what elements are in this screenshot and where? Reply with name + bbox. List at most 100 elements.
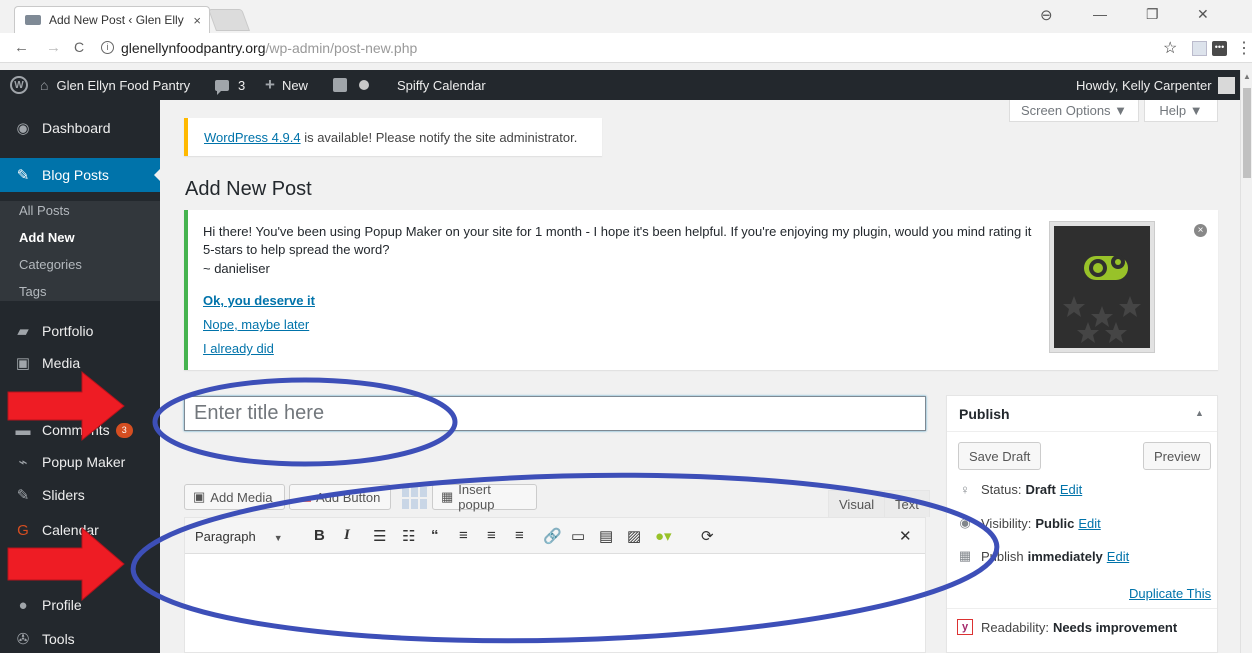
bold-icon[interactable]: B — [314, 527, 325, 544]
popup-trigger-icon[interactable]: ●▾ — [655, 527, 672, 545]
submenu-add-new[interactable]: Add New — [19, 230, 75, 245]
page-scrollbar[interactable]: ▲ — [1240, 70, 1252, 653]
publish-box-header[interactable]: Publish ▲ — [947, 396, 1217, 432]
sidebar-item-label: Tools — [42, 631, 75, 647]
blog-posts-submenu: All Posts Add New Categories Tags — [0, 201, 160, 301]
admin-sidebar: ◉ Dashboard ✎ Blog Posts All Posts Add N… — [0, 100, 162, 653]
sidebar-item-sliders[interactable]: ✎ Sliders — [0, 478, 160, 512]
sidebar-item-label: Media — [42, 355, 81, 371]
bullet-list-icon[interactable]: ☰ — [373, 527, 386, 545]
readability-row: y Readability: Needs improvement — [957, 619, 1177, 635]
status-edit-link[interactable]: Edit — [1060, 482, 1082, 497]
admin-bar-account[interactable]: Howdy, Kelly Carpenter — [1076, 70, 1235, 100]
admin-bar-site[interactable]: ⌂ Glen Ellyn Food Pantry — [40, 70, 190, 100]
add-button-button[interactable]: ▬ Add Button — [289, 484, 391, 510]
add-media-button[interactable]: ▣ Add Media — [184, 484, 285, 510]
tab-close-icon[interactable]: × — [193, 13, 201, 28]
window-minimize-icon[interactable]: — — [1093, 6, 1107, 22]
collapse-arrow-icon[interactable]: ▲ — [1195, 408, 1204, 418]
insert-popup-button[interactable]: ▦ Insert popup — [432, 482, 537, 512]
sidebar-item-label: Popup Maker — [42, 454, 126, 470]
refresh-icon[interactable]: ⟳ — [701, 527, 714, 545]
media-icon: ▣ — [193, 489, 206, 504]
save-draft-button[interactable]: Save Draft — [958, 442, 1042, 470]
submenu-categories[interactable]: Categories — [19, 257, 82, 272]
dismiss-icon[interactable]: × — [1194, 224, 1207, 237]
post-title-input[interactable] — [184, 396, 926, 431]
fullscreen-icon[interactable]: ✕ — [899, 527, 912, 545]
publish-visibility-row: ◉ Visibility: Public Edit — [957, 515, 1100, 531]
chevron-down-icon: ▼ — [273, 533, 283, 543]
wordpress-version-link[interactable]: WordPress 4.9.4 — [204, 130, 301, 145]
howdy-user: Howdy, Kelly Carpenter — [1076, 77, 1212, 93]
yoast-icon: y — [957, 619, 973, 635]
align-center-icon[interactable]: ≡ — [487, 527, 496, 544]
browser-profile-icon[interactable]: ⊖ — [1040, 6, 1053, 24]
help-button[interactable]: Help ▼ — [1144, 100, 1218, 122]
screen-options-button[interactable]: Screen Options ▼ — [1009, 100, 1139, 122]
wordpress-logo-icon[interactable]: W — [10, 76, 28, 94]
sidebar-item-tools[interactable]: ✇ Tools — [0, 622, 160, 653]
url-field[interactable]: glenellynfoodpantry.org/wp-admin/post-ne… — [121, 40, 417, 56]
rate-ok-link[interactable]: Ok, you deserve it — [203, 293, 315, 308]
numbered-list-icon[interactable]: ☷ — [402, 527, 415, 545]
window-restore-icon[interactable]: ❐ — [1146, 6, 1159, 23]
visibility-edit-link[interactable]: Edit — [1078, 516, 1100, 531]
button-icon: ▬ — [298, 489, 311, 505]
window-close-icon[interactable]: ✕ — [1197, 6, 1209, 23]
scroll-up-icon[interactable]: ▲ — [1243, 72, 1251, 81]
tab-title: Add New Post ‹ Glen Elly — [49, 13, 184, 27]
site-info-icon[interactable]: i — [101, 41, 114, 54]
publish-divider — [947, 608, 1217, 609]
publish-schedule-row: ▦ Publish immediately Edit — [957, 548, 1129, 564]
italic-icon[interactable]: I — [344, 527, 350, 544]
sidebar-item-portfolio[interactable]: ▰ Portfolio — [0, 314, 160, 348]
blockquote-icon[interactable]: “ — [431, 527, 439, 544]
admin-bar-comments[interactable]: 3 — [215, 70, 245, 100]
admin-bar-plugin[interactable] — [333, 70, 369, 100]
tab-text[interactable]: Text — [884, 490, 930, 517]
rate-later-link[interactable]: Nope, maybe later — [203, 317, 309, 332]
format-select[interactable]: Paragraph ▼ — [195, 529, 283, 544]
sidebar-item-calendar[interactable]: G Calendar — [0, 513, 160, 547]
url-path: /wp-admin/post-new.php — [265, 40, 418, 56]
reload-icon[interactable]: C — [74, 39, 84, 55]
sidebar-item-blog-posts[interactable]: ✎ Blog Posts — [0, 158, 162, 192]
sidebar-item-media[interactable]: ▣ Media — [0, 346, 160, 380]
extension-menu-icon[interactable]: ••• — [1212, 41, 1227, 56]
sidebar-item-comments[interactable]: ▬ Comments 3 — [0, 413, 160, 447]
submenu-tags[interactable]: Tags — [19, 284, 46, 299]
extension-icon[interactable] — [1192, 41, 1207, 56]
browser-tab[interactable]: Add New Post ‹ Glen Elly × — [14, 6, 210, 33]
duplicate-this-link[interactable]: Duplicate This — [1129, 586, 1211, 601]
bookmark-star-icon[interactable]: ☆ — [1163, 38, 1177, 58]
align-right-icon[interactable]: ≡ — [515, 527, 524, 544]
admin-bar-calendar[interactable]: Spiffy Calendar — [397, 70, 486, 100]
rate-done-link[interactable]: I already did — [203, 341, 274, 356]
publish-label: Publish — [981, 548, 1024, 564]
link-icon[interactable]: 🔗 — [543, 527, 562, 545]
scroll-thumb[interactable] — [1243, 88, 1251, 178]
avatar — [1217, 76, 1235, 94]
preview-button[interactable]: Preview — [1143, 442, 1212, 470]
sidebar-item-profile[interactable]: ● Profile — [0, 588, 160, 622]
back-arrow-icon[interactable]: ← — [14, 39, 29, 56]
post-content-editor[interactable]: Paragraph ▼ B I ☰ ☷ “ ≡ ≡ ≡ 🔗 ▭ ▤ ▨ ●▾ ⟳ … — [184, 517, 926, 653]
tab-visual[interactable]: Visual — [828, 490, 886, 517]
new-tab-button[interactable] — [207, 9, 251, 31]
sidebar-item-popup-maker[interactable]: ⌁ Popup Maker — [0, 445, 160, 479]
align-left-icon[interactable]: ≡ — [459, 527, 468, 544]
eye-icon: ◉ — [959, 515, 971, 530]
read-more-icon[interactable]: ▭ — [571, 527, 585, 545]
sidebar-item-label: Dashboard — [42, 120, 111, 136]
schedule-edit-link[interactable]: Edit — [1107, 549, 1129, 564]
submenu-all-posts[interactable]: All Posts — [19, 203, 70, 218]
admin-bar-new[interactable]: + New — [265, 70, 308, 100]
forward-arrow-icon[interactable]: → — [46, 39, 61, 56]
sidebar-item-dashboard[interactable]: ◉ Dashboard — [0, 111, 160, 145]
toolbar-toggle-icon[interactable]: ▤ — [599, 527, 613, 545]
sidebar-item-label: Calendar — [42, 522, 99, 538]
grid-icon[interactable] — [402, 487, 428, 509]
image-icon[interactable]: ▨ — [627, 527, 641, 545]
browser-menu-icon[interactable]: ⋮ — [1236, 38, 1252, 58]
